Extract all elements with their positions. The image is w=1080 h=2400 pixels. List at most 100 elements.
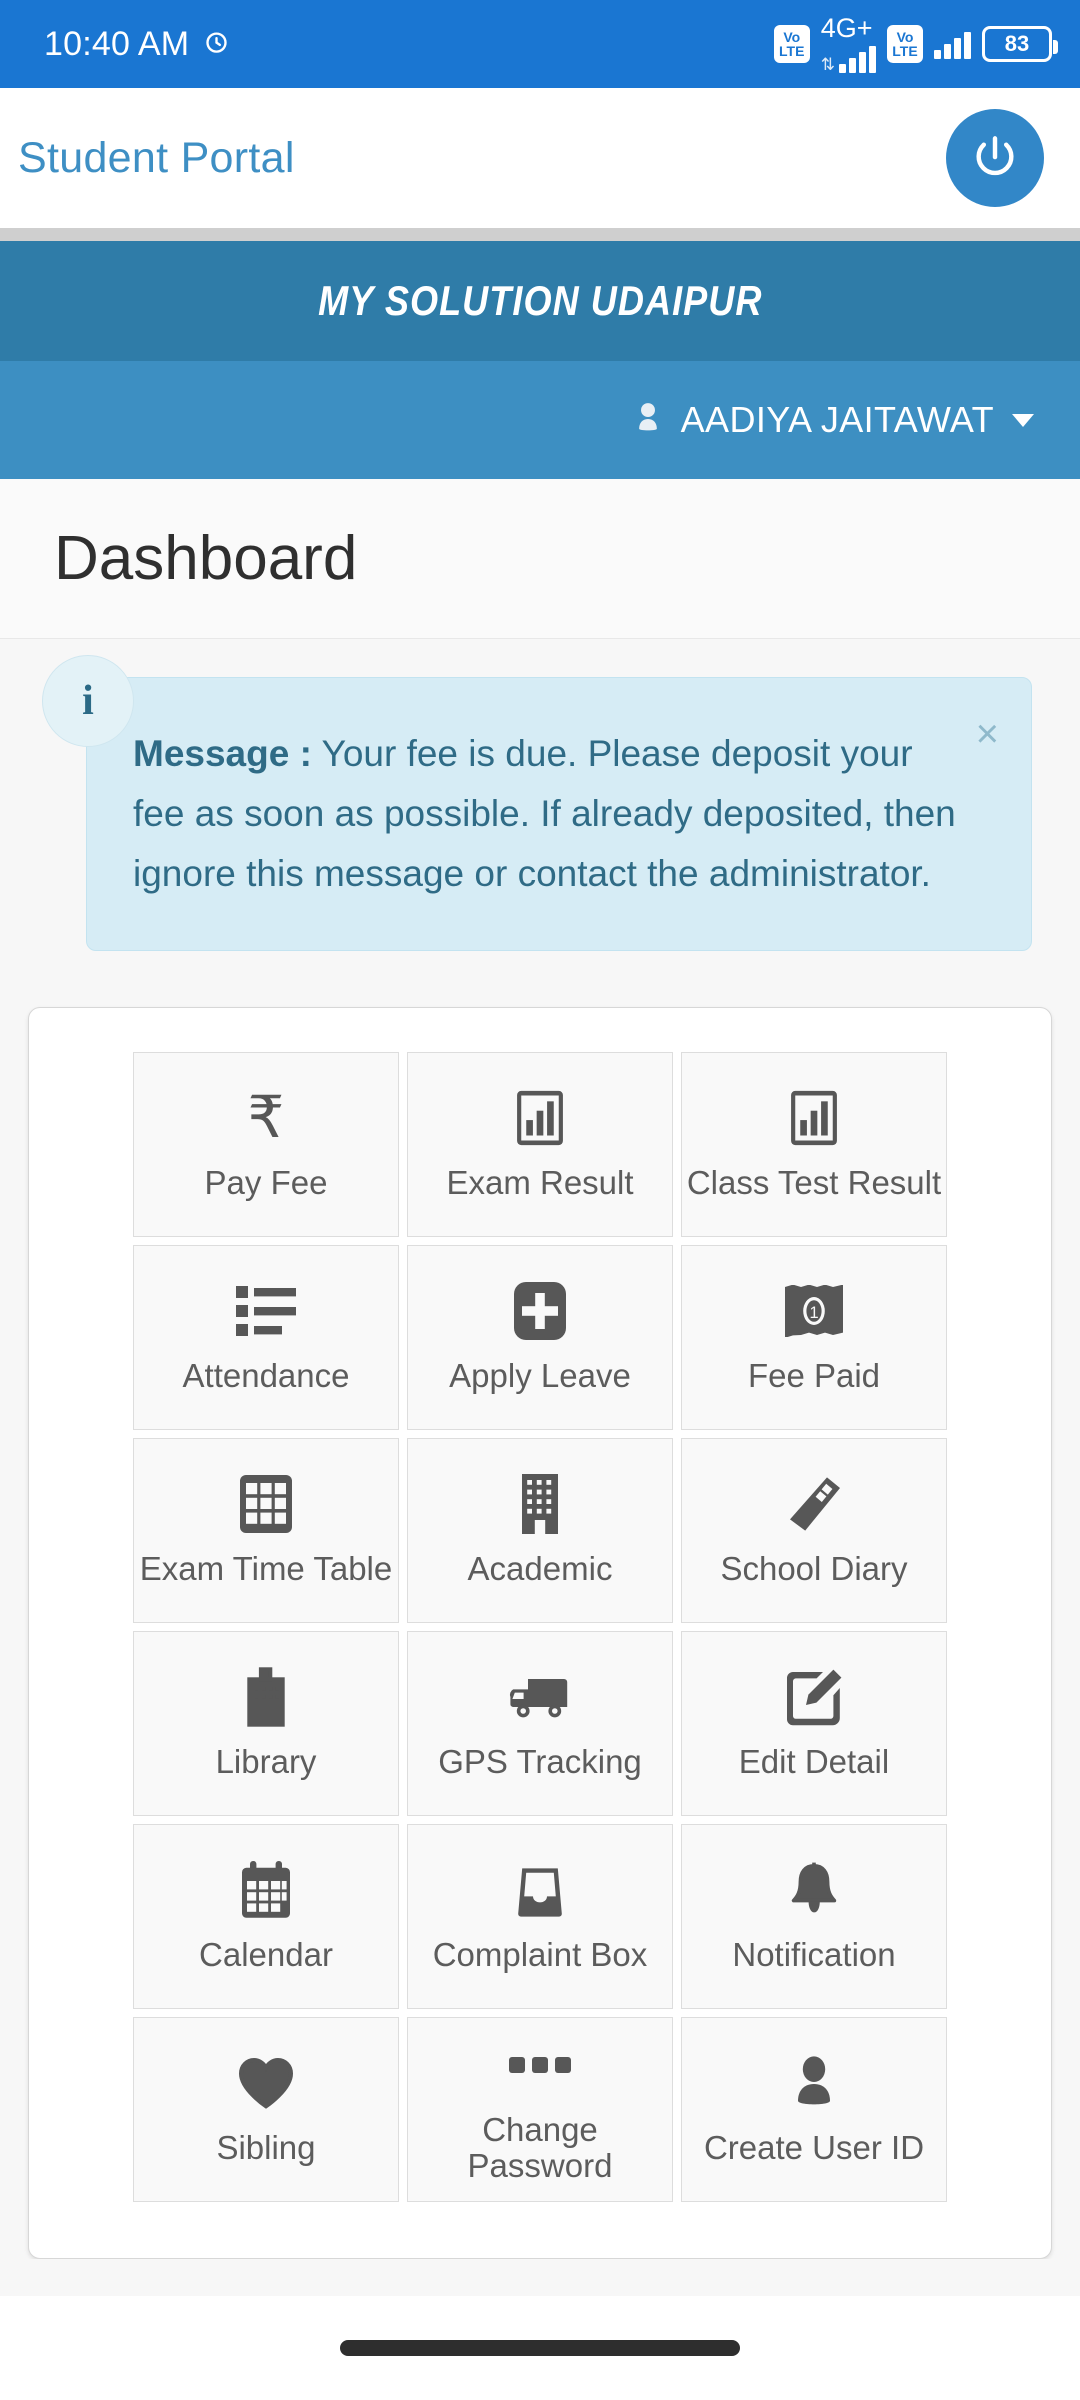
school-name: MY SOLUTION UDAIPUR: [317, 277, 763, 324]
battery-percent-label: 83: [1004, 31, 1030, 56]
pencil-square-icon: [785, 1666, 843, 1728]
status-bar-left: 10:40 AM: [44, 25, 230, 64]
library-building-icon: [243, 1666, 289, 1728]
sim1-network-group: 4G+ ⇅: [821, 15, 876, 73]
calendar-icon: [239, 1859, 293, 1921]
tile-label: Class Test Result: [686, 1164, 942, 1202]
alert-box: × Message : Your fee is due. Please depo…: [86, 677, 1032, 951]
tile-exam-time-table[interactable]: Exam Time Table: [133, 1437, 399, 1623]
inbox-icon: [515, 1859, 565, 1921]
status-bar: 10:40 AM Vo LTE 4G+ ⇅ Vo LTE 83: [0, 0, 1080, 88]
tile-gps-tracking[interactable]: GPS Tracking: [407, 1630, 673, 1816]
bell-icon: [788, 1859, 840, 1921]
heart-icon: [237, 2052, 295, 2114]
tile-label: Create User ID: [703, 2129, 925, 2167]
tile-calendar[interactable]: Calendar: [133, 1823, 399, 2009]
tile-exam-result[interactable]: Exam Result: [407, 1051, 673, 1237]
page-bottom-space: [0, 2258, 1080, 2296]
tile-label: Attendance: [182, 1357, 350, 1395]
chevron-down-icon[interactable]: [1012, 413, 1034, 427]
alert-close-button[interactable]: ×: [976, 714, 999, 754]
signal-bars-sim1-icon: [839, 43, 876, 73]
phone-screen: 10:40 AM Vo LTE 4G+ ⇅ Vo LTE 83 Student …: [0, 0, 1080, 2400]
tile-label: Fee Paid: [747, 1357, 881, 1395]
tile-create-user-id[interactable]: Create User ID: [681, 2016, 947, 2202]
tile-apply-leave[interactable]: Apply Leave: [407, 1244, 673, 1430]
svg-text:1: 1: [809, 1304, 818, 1322]
tile-fee-paid[interactable]: 1 Fee Paid: [681, 1244, 947, 1430]
volte-vo-text: Vo: [783, 29, 801, 45]
app-title: Student Portal: [18, 133, 295, 182]
tile-school-diary[interactable]: School Diary: [681, 1437, 947, 1623]
data-transfer-icon: ⇅: [820, 55, 835, 74]
appbar-divider: [0, 228, 1080, 241]
tile-attendance[interactable]: Attendance: [133, 1244, 399, 1430]
alarm-icon: [203, 28, 230, 60]
info-circle-icon: i: [42, 655, 134, 747]
tile-label: Apply Leave: [449, 1357, 631, 1395]
table-grid-icon: [240, 1473, 292, 1535]
school-banner: MY SOLUTION UDAIPUR: [0, 241, 1080, 361]
person-icon: [790, 2052, 838, 2114]
page-title: Dashboard: [54, 524, 358, 593]
sim1-signal-row: ⇅: [821, 43, 876, 73]
tile-label: Academic: [467, 1550, 613, 1588]
volte-sim2-icon: Vo LTE: [887, 25, 923, 63]
signal-bars-sim2-icon: [934, 29, 971, 59]
bar-chart-icon: [515, 1087, 565, 1149]
tile-label: GPS Tracking: [438, 1743, 642, 1781]
page-header: Dashboard: [0, 479, 1080, 639]
status-bar-right: Vo LTE 4G+ ⇅ Vo LTE 83: [773, 15, 1058, 73]
rupee-icon: ₹: [247, 1085, 285, 1151]
tile-library[interactable]: Library: [133, 1630, 399, 1816]
volte2-vo-text: Vo: [896, 29, 914, 45]
home-gesture-pill[interactable]: [340, 2340, 740, 2356]
tile-label: Notification: [732, 1936, 896, 1974]
power-icon: [976, 136, 1014, 176]
system-navigation-bar: [0, 2296, 1080, 2400]
tile-label: Complaint Box: [432, 1936, 648, 1974]
user-icon: [629, 396, 667, 445]
tile-label: Exam Time Table: [139, 1550, 393, 1588]
bar-chart-icon: [789, 1087, 839, 1149]
alert-banner: i × Message : Your fee is due. Please de…: [42, 655, 1032, 951]
plus-square-icon: [514, 1280, 566, 1342]
user-name: AADIYA JAITAWAT: [680, 399, 994, 440]
tile-label: Library: [215, 1743, 317, 1781]
alert-message: Message : Your fee is due. Please deposi…: [133, 724, 961, 904]
page-content: i × Message : Your fee is due. Please de…: [0, 639, 1080, 2259]
tile-change-password[interactable]: Change Password: [407, 2016, 673, 2202]
tile-pay-fee[interactable]: ₹ Pay Fee: [133, 1051, 399, 1237]
network-type-label: 4G+: [820, 13, 873, 43]
truck-icon: [508, 1666, 572, 1728]
menu-card: ₹ Pay Fee Exam Result Class Test Result: [28, 1006, 1052, 2259]
banknote-icon: 1: [785, 1280, 843, 1342]
battery-icon: 83: [982, 26, 1058, 62]
tile-sibling[interactable]: Sibling: [133, 2016, 399, 2202]
volte2-lte-text: LTE: [892, 43, 918, 59]
tile-notification[interactable]: Notification: [681, 1823, 947, 2009]
tile-label: Calendar: [199, 1936, 333, 1974]
clock: 10:40 AM: [44, 24, 190, 63]
book-icon: [786, 1473, 842, 1535]
alert-message-label: Message :: [133, 733, 312, 774]
volte-sim1-icon: Vo LTE: [773, 25, 810, 63]
tile-complaint-box[interactable]: Complaint Box: [407, 1823, 673, 2009]
tile-class-test-result[interactable]: Class Test Result: [681, 1051, 947, 1237]
tile-label: Edit Detail: [738, 1743, 890, 1781]
list-icon: [236, 1280, 296, 1342]
user-banner[interactable]: AADIYA JAITAWAT: [0, 361, 1080, 479]
tile-edit-detail[interactable]: Edit Detail: [681, 1630, 947, 1816]
building-icon: [518, 1473, 562, 1535]
menu-grid: ₹ Pay Fee Exam Result Class Test Result: [29, 1051, 1051, 2202]
ellipsis-icon: [509, 2034, 571, 2096]
tile-label: Change Password: [467, 2111, 613, 2185]
app-bar: Student Portal: [0, 88, 1080, 228]
volte-lte-text: LTE: [779, 43, 805, 59]
logout-power-button[interactable]: [946, 109, 1044, 207]
tile-label: Sibling: [216, 2129, 316, 2167]
tile-label: Pay Fee: [204, 1164, 328, 1202]
tile-label: Exam Result: [446, 1164, 634, 1202]
tile-label: School Diary: [720, 1550, 908, 1588]
tile-academic[interactable]: Academic: [407, 1437, 673, 1623]
